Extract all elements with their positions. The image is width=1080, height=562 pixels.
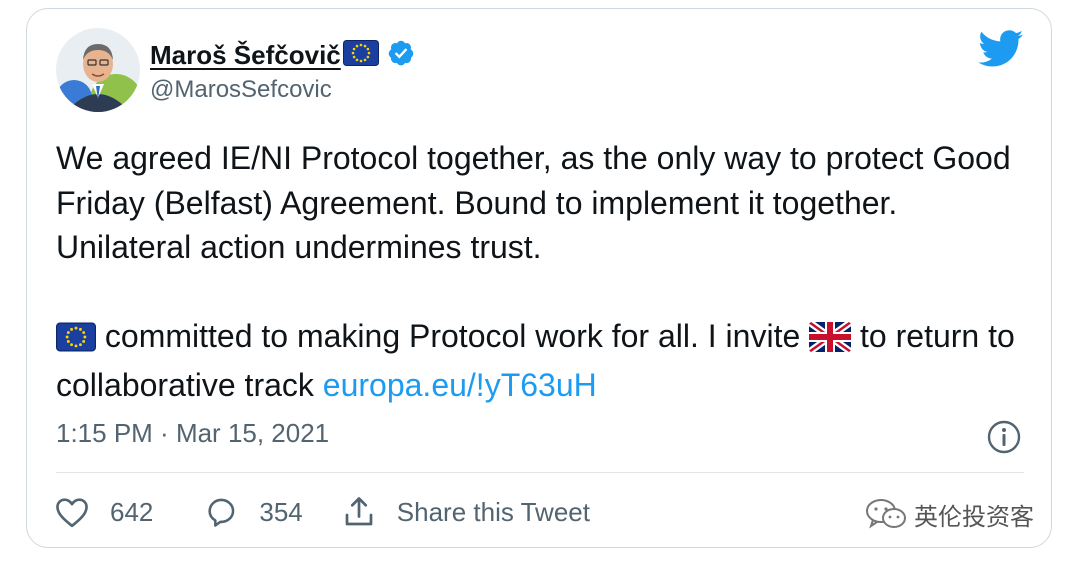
tweet-timestamp: 1:15 PM · Mar 15, 2021 xyxy=(56,418,329,449)
info-icon[interactable] xyxy=(986,419,1022,460)
eu-flag-icon xyxy=(56,319,96,364)
watermark-text: 英伦投资客 xyxy=(914,502,1034,531)
avatar-image xyxy=(56,28,140,112)
divider xyxy=(56,472,1024,473)
verified-badge-icon xyxy=(387,39,415,72)
like-button[interactable]: 642 xyxy=(54,496,153,528)
tweet-date[interactable]: Mar 15, 2021 xyxy=(176,418,329,448)
tweet-link[interactable]: europa.eu/!yT63uH xyxy=(323,367,597,403)
like-count: 642 xyxy=(110,496,154,527)
tweet-paragraph: committed to making Protocol work for al… xyxy=(56,314,1036,408)
tweet-text-segment: committed to making Protocol work for al… xyxy=(96,317,810,354)
tweet-actions: 642 354 Share this Tweet xyxy=(54,492,590,532)
avatar[interactable] xyxy=(56,28,140,112)
reply-button[interactable]: 354 xyxy=(203,495,303,529)
tweet-time[interactable]: 1:15 PM xyxy=(56,418,153,448)
tweet-body: We agreed IE/NI Protocol together, as th… xyxy=(56,136,1036,408)
author-handle[interactable]: @MarosSefcovic xyxy=(150,76,332,104)
twitter-logo-icon[interactable] xyxy=(978,30,1024,73)
eu-flag-icon xyxy=(342,39,379,71)
tweet-paragraph: We agreed IE/NI Protocol together, as th… xyxy=(56,140,1011,265)
uk-flag-icon xyxy=(809,319,852,364)
watermark: 英伦投资客 xyxy=(864,496,1034,532)
reply-count: 354 xyxy=(259,496,303,527)
author-display-name[interactable]: Maroš Šefčovič xyxy=(150,40,341,71)
share-label: Share this Tweet xyxy=(396,496,590,527)
share-icon xyxy=(345,497,373,526)
reply-bubble-icon xyxy=(208,498,235,527)
heart-icon xyxy=(56,498,88,528)
wechat-icon xyxy=(866,499,906,529)
share-button[interactable]: Share this Tweet xyxy=(341,494,590,530)
meta-separator: · xyxy=(152,418,176,448)
author-name-row: Maroš Šefčovič xyxy=(150,38,415,72)
